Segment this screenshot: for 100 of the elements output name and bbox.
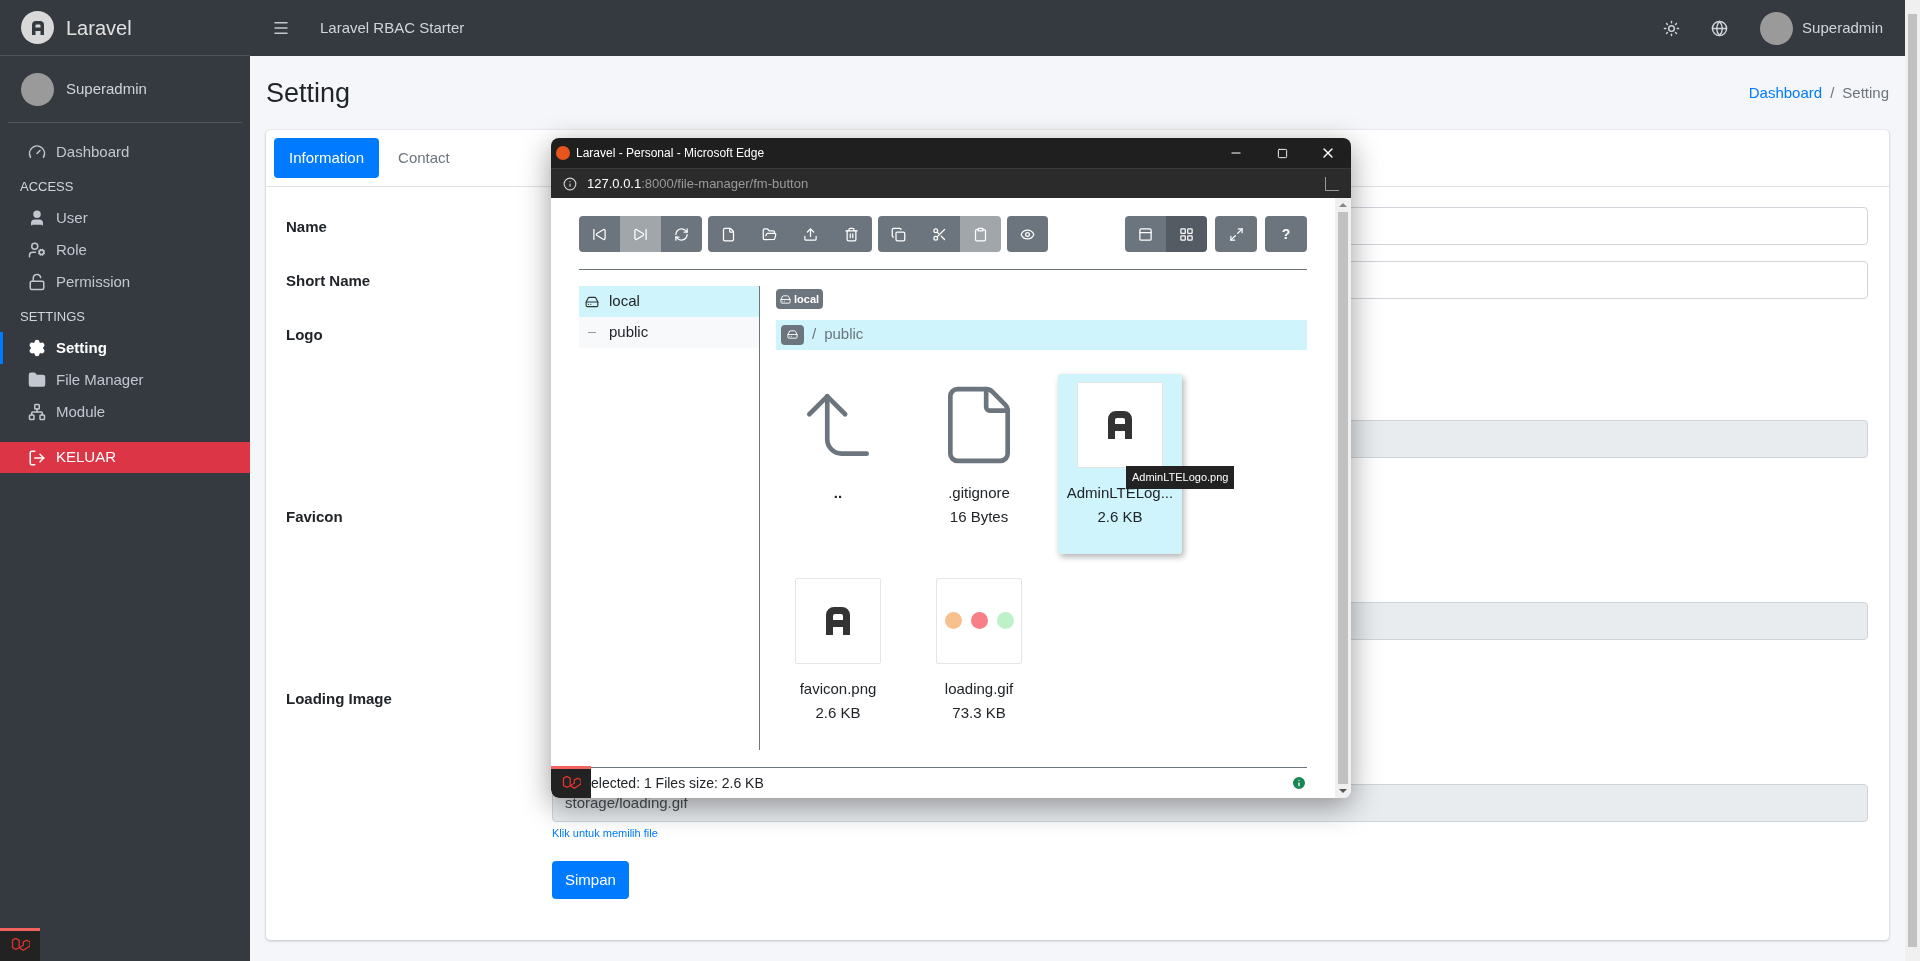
folder-icon xyxy=(28,371,46,389)
file-name: .gitignore xyxy=(948,482,1010,503)
choose-file-link[interactable]: Klik untuk memilih file xyxy=(552,824,658,842)
table-view-icon xyxy=(1138,226,1153,242)
file-icon xyxy=(721,226,736,242)
cut-button[interactable] xyxy=(919,216,960,252)
refresh-button[interactable] xyxy=(661,216,702,252)
field-label: Loading Image xyxy=(286,689,393,709)
url-text[interactable]: 127.0.0.1:8000/file-manager/fm-button xyxy=(587,173,1315,194)
field-label: Favicon xyxy=(286,507,344,527)
globe-icon[interactable] xyxy=(1711,19,1729,37)
window-title: Laravel - Personal - Microsoft Edge xyxy=(576,145,766,162)
user-menu[interactable]: Superadmin xyxy=(1802,16,1883,40)
debugbar-button[interactable] xyxy=(551,766,591,798)
user-icon xyxy=(28,209,46,227)
info-icon[interactable] xyxy=(1291,775,1307,791)
gauge-icon xyxy=(28,143,46,161)
nav-item[interactable]: User xyxy=(0,202,250,234)
scrollbar-thumb[interactable] xyxy=(1338,212,1348,784)
preview-button[interactable] xyxy=(1007,216,1048,252)
file-item[interactable]: .. xyxy=(776,373,900,554)
dash-icon xyxy=(588,332,596,333)
expand-icon xyxy=(1228,226,1244,242)
nav-item[interactable]: Setting xyxy=(0,332,250,364)
grid-view-icon xyxy=(1179,226,1194,242)
drive-icon xyxy=(780,293,791,305)
nav-item[interactable]: Dashboard xyxy=(0,136,250,168)
nav-header: SETTINGS xyxy=(19,307,86,326)
sun-icon[interactable] xyxy=(1663,19,1681,37)
drive-icon xyxy=(585,294,599,309)
file-size: 16 Bytes xyxy=(949,507,1009,527)
file-item[interactable]: loading.gif 73.3 KB xyxy=(917,569,1041,750)
tab[interactable]: Information xyxy=(274,138,380,178)
maximize-icon xyxy=(1276,147,1288,159)
nav-item[interactable]: Role xyxy=(0,234,250,266)
tooltip: AdminLTELogo.png xyxy=(1126,466,1235,489)
nav-item[interactable]: Permission xyxy=(0,266,250,298)
field-label: Short Name xyxy=(286,271,372,291)
file-name: loading.gif xyxy=(944,678,1014,699)
disk-badge[interactable]: local xyxy=(776,289,824,309)
delete-button[interactable] xyxy=(831,216,872,252)
user-gear-icon xyxy=(28,241,46,259)
skip-back-icon xyxy=(592,226,607,242)
field-label: Logo xyxy=(286,325,324,345)
logout-link[interactable]: KELUAR xyxy=(0,442,250,473)
menu-button[interactable] xyxy=(272,19,290,37)
file-name: favicon.png xyxy=(799,678,877,699)
table-view-button[interactable] xyxy=(1125,216,1166,252)
brand-logo-icon xyxy=(21,11,54,44)
scroll-up-icon[interactable] xyxy=(1339,203,1347,207)
app-title[interactable]: Laravel RBAC Starter xyxy=(320,16,465,40)
tree-item[interactable]: local xyxy=(579,286,759,317)
brand-name[interactable]: Laravel xyxy=(66,12,132,43)
menu-icon xyxy=(272,19,290,37)
logout-icon xyxy=(28,448,46,467)
debugbar-button[interactable] xyxy=(0,928,40,961)
info-icon xyxy=(563,176,577,191)
file-item[interactable]: .gitignore 16 Bytes xyxy=(917,373,1041,554)
trash-icon xyxy=(844,226,859,242)
avatar xyxy=(1760,11,1794,45)
drive-icon[interactable] xyxy=(781,324,804,345)
breadcrumb-link[interactable]: Dashboard xyxy=(1748,81,1823,105)
settings-icon xyxy=(28,339,46,357)
help-button[interactable]: ? xyxy=(1265,216,1307,252)
user-name[interactable]: Superadmin xyxy=(66,77,147,101)
file-size: 2.6 KB xyxy=(1097,507,1143,527)
clipboard-icon xyxy=(973,226,988,242)
back-button[interactable] xyxy=(579,216,620,252)
nav-item[interactable]: Module xyxy=(0,396,250,428)
edge-profile-icon xyxy=(556,146,570,160)
page-title: Setting xyxy=(266,76,351,110)
network-icon xyxy=(28,403,46,421)
breadcrumb-separator: / xyxy=(1830,82,1835,103)
refresh-icon xyxy=(674,226,689,242)
nav-item[interactable]: File Manager xyxy=(0,364,250,396)
scrollbar-thumb[interactable] xyxy=(1908,14,1917,947)
nav-header: ACCESS xyxy=(19,177,75,196)
path-separator: / xyxy=(812,324,817,345)
tree-item[interactable]: public xyxy=(579,317,759,348)
tab[interactable]: Contact xyxy=(383,138,465,178)
file-size: 73.3 KB xyxy=(952,703,1006,723)
new-file-button[interactable] xyxy=(708,216,749,252)
eye-icon xyxy=(1020,226,1035,242)
skip-forward-icon xyxy=(633,226,648,242)
scroll-down-icon[interactable] xyxy=(1339,789,1347,793)
grid-view-button[interactable] xyxy=(1166,216,1207,252)
upload-icon xyxy=(803,226,818,242)
save-button[interactable]: Simpan xyxy=(552,861,629,899)
avatar xyxy=(21,72,54,106)
file-name: .. xyxy=(833,482,843,503)
folder-icon xyxy=(762,226,777,242)
path-segment[interactable]: public xyxy=(824,323,864,346)
unlock-icon xyxy=(28,273,46,291)
scissors-icon xyxy=(932,226,947,242)
copy-button[interactable] xyxy=(878,216,919,252)
breadcrumb-current: Setting xyxy=(1842,82,1889,103)
fullscreen-button[interactable] xyxy=(1215,216,1257,252)
file-item[interactable]: favicon.png 2.6 KB xyxy=(776,569,900,750)
copy-icon xyxy=(891,226,906,242)
field-label: Name xyxy=(286,217,328,237)
